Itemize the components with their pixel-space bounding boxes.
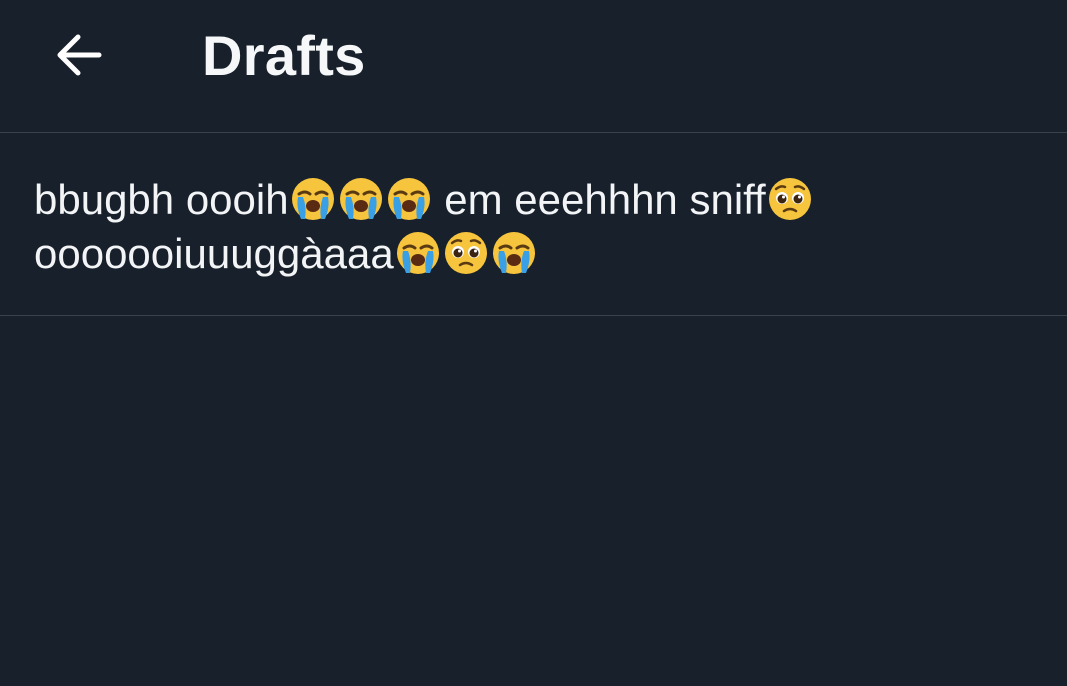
draft-text-segment: ooooooiuuuggàaaa	[34, 230, 394, 277]
draft-item[interactable]: bbugbh oooih em eeehhhn sniff ooooooiuuu…	[0, 133, 1067, 316]
loudly-crying-face-icon	[338, 175, 384, 223]
loudly-crying-face-icon	[386, 175, 432, 223]
back-button[interactable]	[40, 16, 118, 94]
page-title: Drafts	[202, 24, 366, 87]
draft-line-2: ooooooiuuuggàaaa	[34, 227, 814, 281]
draft-text-segment: em eeehhhn sniff	[432, 176, 766, 223]
pleading-face-icon	[443, 229, 489, 277]
loudly-crying-face-icon	[395, 229, 441, 277]
draft-text: bbugbh oooih em eeehhhn sniff ooooooiuuu…	[34, 173, 814, 281]
drafts-screen: Drafts bbugbh oooih em eeehhhn sniff ooo…	[0, 0, 1067, 686]
loudly-crying-face-icon	[290, 175, 336, 223]
loudly-crying-face-icon	[491, 229, 537, 277]
draft-text-segment: bbugbh oooih	[34, 176, 289, 223]
draft-line-1: bbugbh oooih em eeehhhn sniff	[34, 173, 814, 227]
pleading-face-icon	[767, 175, 813, 223]
arrow-left-icon	[53, 29, 105, 81]
top-bar: Drafts	[0, 0, 1067, 133]
